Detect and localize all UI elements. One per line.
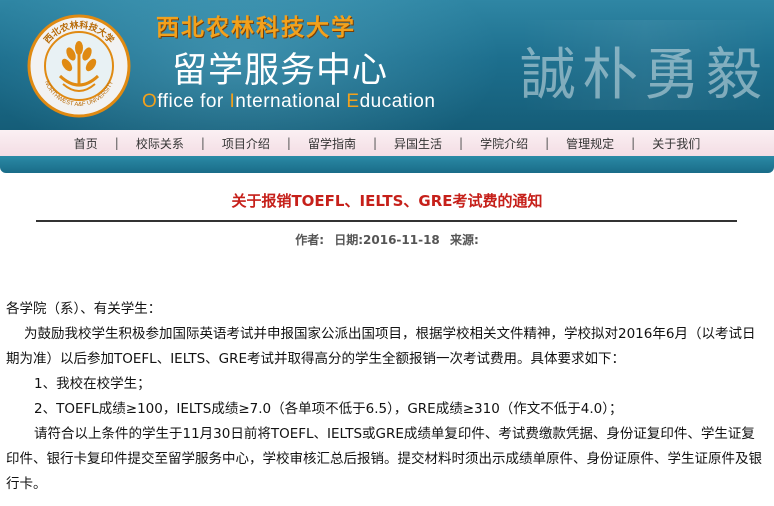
article-body: 各学院（系）、有关学生： 为鼓励我校学生积极参加国际英语考试并申报国家公派出国项… xyxy=(6,297,768,497)
requirement-2: 2、TOEFL成绩≥100，IELTS成绩≥7.0（各单项不低于6.5），GRE… xyxy=(34,401,623,417)
article-meta: 作者: 日期:2016-11-18 来源: xyxy=(0,231,774,248)
center-name: 留学服务中心 xyxy=(172,51,389,91)
office-en-rest-2: nternational xyxy=(235,91,347,112)
source-label: 来源: xyxy=(449,233,479,247)
university-logo-icon[interactable]: 西北农林科技大学 NORTHWEST A&F UNIVERSITY xyxy=(27,14,131,118)
nav-item-colleges[interactable]: 学院介绍 xyxy=(478,135,530,152)
nav-separator: | xyxy=(545,136,550,150)
school-motto: 誠朴勇毅 xyxy=(520,43,768,108)
nav-bottom-bar xyxy=(0,156,774,173)
office-en-rest-3: ducation xyxy=(359,91,436,112)
nav-item-study-guide[interactable]: 留学指南 xyxy=(306,135,358,152)
paragraph-intro: 为鼓励我校学生积极参加国际英语考试并申报国家公派出国项目，根据学校相关文件精神，… xyxy=(6,326,756,367)
nav-separator: | xyxy=(372,136,378,150)
office-en-cap-3: E xyxy=(346,91,360,112)
nav-separator: | xyxy=(286,136,291,150)
salutation: 各学院（系）、有关学生： xyxy=(6,301,162,317)
nav-separator: | xyxy=(459,136,464,150)
author-label: 作者: xyxy=(295,233,325,247)
office-en-cap-1: O xyxy=(142,91,158,112)
article-title: 关于报销TOEFL、IELTS、GRE考试费的通知 xyxy=(231,192,543,210)
main-nav: 首页 | 校际关系 | 项目介绍 | 留学指南 | 异国生活 | 学院介绍 | … xyxy=(0,130,774,156)
date-label: 日期: xyxy=(334,233,364,247)
paragraph-submission: 请符合以上条件的学生于11月30日前将TOEFL、IELTS或GRE成绩单复印件… xyxy=(6,426,762,492)
nav-separator: | xyxy=(114,136,119,150)
university-name: 西北农林科技大学 xyxy=(156,14,356,41)
publish-date: 2016-11-18 xyxy=(363,233,440,247)
nav-item-regulations[interactable]: 管理规定 xyxy=(564,135,616,152)
nav-item-life-abroad[interactable]: 异国生活 xyxy=(392,135,444,152)
nav-item-home[interactable]: 首页 xyxy=(72,135,100,152)
office-en-rest-1: ffice for xyxy=(157,91,230,112)
nav-item-programs[interactable]: 项目介绍 xyxy=(220,135,272,152)
title-divider xyxy=(36,220,737,222)
nav-separator: | xyxy=(631,136,636,150)
nav-item-partnerships[interactable]: 校际关系 xyxy=(134,135,186,152)
nav-separator: | xyxy=(200,136,205,150)
requirement-1: 1、我校在校学生； xyxy=(34,376,151,392)
office-english-name: Office for International Education xyxy=(142,91,435,113)
nav-item-about[interactable]: 关于我们 xyxy=(650,135,702,152)
header-banner: 西北农林科技大学 NORTHWEST A&F UNIVERSITY 西北农林科技… xyxy=(0,0,774,130)
